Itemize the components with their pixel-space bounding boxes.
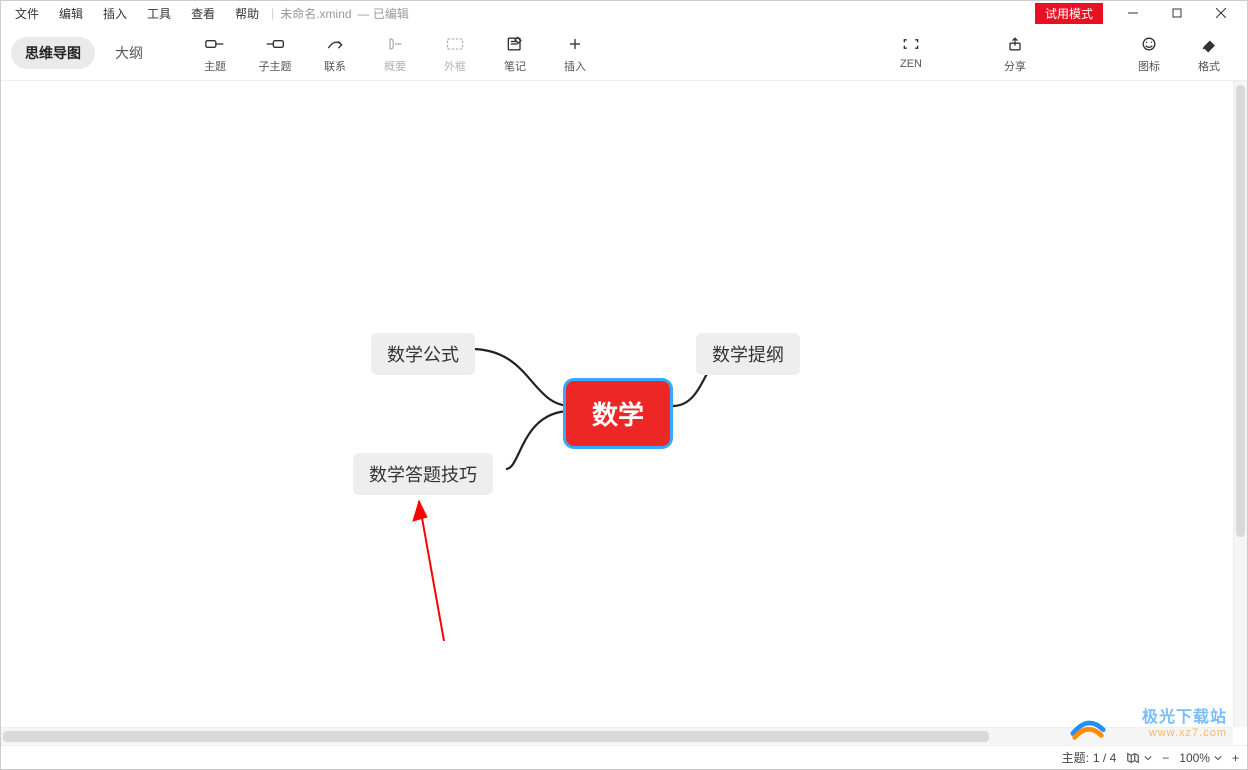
mindmap-node-n1[interactable]: 数学公式 (371, 333, 475, 375)
horizontal-scroll-thumb[interactable] (3, 731, 989, 742)
trial-mode-badge[interactable]: 试用模式 (1035, 3, 1103, 24)
tool-notes[interactable]: 笔记 (487, 32, 543, 74)
tool-icons[interactable]: 图标 (1121, 32, 1177, 74)
tool-boundary[interactable]: 外框 (427, 32, 483, 74)
status-topic-count: 主题: 1 / 4 (1062, 749, 1117, 766)
format-icon (1199, 32, 1219, 56)
vertical-scroll-thumb[interactable] (1236, 85, 1245, 537)
watermark-logo-icon (1069, 705, 1107, 743)
menu-divider: | (271, 6, 274, 20)
tool-topic[interactable]: 主题 (187, 32, 243, 74)
zoom-in-button[interactable]: + (1232, 751, 1239, 765)
topic-icon (205, 32, 225, 56)
tool-boundary-label: 外框 (444, 58, 466, 74)
tool-insert[interactable]: 插入 (547, 32, 603, 74)
zen-icon (901, 32, 921, 56)
tool-icons-label: 图标 (1138, 58, 1160, 74)
tab-outline[interactable]: 大纲 (101, 37, 157, 69)
window-maximize-button[interactable] (1155, 1, 1199, 25)
document-title: 未命名.xmind (280, 5, 351, 22)
tab-mindmap[interactable]: 思维导图 (11, 37, 95, 69)
tool-format[interactable]: 格式 (1181, 32, 1237, 74)
mindmap-node-n2[interactable]: 数学答题技巧 (353, 453, 493, 495)
mindmap-node-n3[interactable]: 数学提纲 (696, 333, 800, 375)
menu-edit[interactable]: 编辑 (49, 3, 93, 24)
smiley-icon (1139, 32, 1159, 56)
tool-group-main: 主题 子主题 联系 概要 外框 笔记 (187, 32, 603, 74)
window-minimize-button[interactable] (1111, 1, 1155, 25)
chevron-down-icon (1144, 754, 1152, 762)
toolbar: 思维导图 大纲 主题 子主题 联系 概要 外框 (1, 25, 1247, 81)
horizontal-scrollbar[interactable] (1, 727, 1233, 745)
chevron-down-icon (1214, 754, 1222, 762)
zoom-out-button[interactable]: − (1162, 751, 1169, 765)
document-status: — 已编辑 (358, 5, 409, 22)
menu-insert[interactable]: 插入 (93, 3, 137, 24)
mindmap-node-center[interactable]: 数学 (566, 381, 670, 446)
summary-icon (385, 32, 405, 56)
view-tabs: 思维导图 大纲 (11, 37, 157, 69)
zoom-value-label: 100% (1179, 751, 1210, 765)
tool-format-label: 格式 (1198, 58, 1220, 74)
tool-notes-label: 笔记 (504, 58, 526, 74)
relationship-icon (325, 32, 345, 56)
insert-icon (565, 32, 585, 56)
tool-zen-label: ZEN (900, 58, 922, 70)
tool-summary-label: 概要 (384, 58, 406, 74)
menubar: 文件 编辑 插入 工具 查看 帮助 | 未命名.xmind — 已编辑 试用模式 (1, 1, 1247, 25)
menu-help[interactable]: 帮助 (225, 3, 269, 24)
canvas-area[interactable]: 数学公式 数学答题技巧 数学提纲 数学 极光下载站 www.xz7.com (1, 81, 1247, 745)
minimize-icon (1128, 8, 1138, 18)
share-icon (1005, 32, 1025, 56)
tool-insert-label: 插入 (564, 58, 586, 74)
tool-subtopic-label: 子主题 (259, 58, 292, 74)
map-icon (1126, 751, 1140, 765)
vertical-scrollbar[interactable] (1233, 81, 1247, 727)
tool-relationship-label: 联系 (324, 58, 346, 74)
subtopic-icon (265, 32, 285, 56)
maximize-icon (1172, 8, 1182, 18)
status-topic-label: 主题: (1062, 749, 1089, 766)
zoom-value[interactable]: 100% (1179, 751, 1222, 765)
status-map-button[interactable] (1126, 751, 1152, 765)
tool-zen[interactable]: ZEN (883, 32, 939, 70)
tool-group-right: ZEN 分享 图标 格式 (883, 32, 1237, 74)
tool-summary[interactable]: 概要 (367, 32, 423, 74)
menu-tools[interactable]: 工具 (137, 3, 181, 24)
tool-topic-label: 主题 (204, 58, 226, 74)
menu-view[interactable]: 查看 (181, 3, 225, 24)
statusbar: 主题: 1 / 4 − 100% + (1, 745, 1247, 769)
tool-share[interactable]: 分享 (987, 32, 1043, 74)
window-close-button[interactable] (1199, 1, 1243, 25)
notes-icon (505, 32, 525, 56)
status-topic-value: 1 / 4 (1093, 751, 1116, 765)
boundary-icon (445, 32, 465, 56)
tool-subtopic[interactable]: 子主题 (247, 32, 303, 74)
tool-relationship[interactable]: 联系 (307, 32, 363, 74)
menu-file[interactable]: 文件 (5, 3, 49, 24)
tool-share-label: 分享 (1004, 58, 1026, 74)
close-icon (1216, 8, 1226, 18)
